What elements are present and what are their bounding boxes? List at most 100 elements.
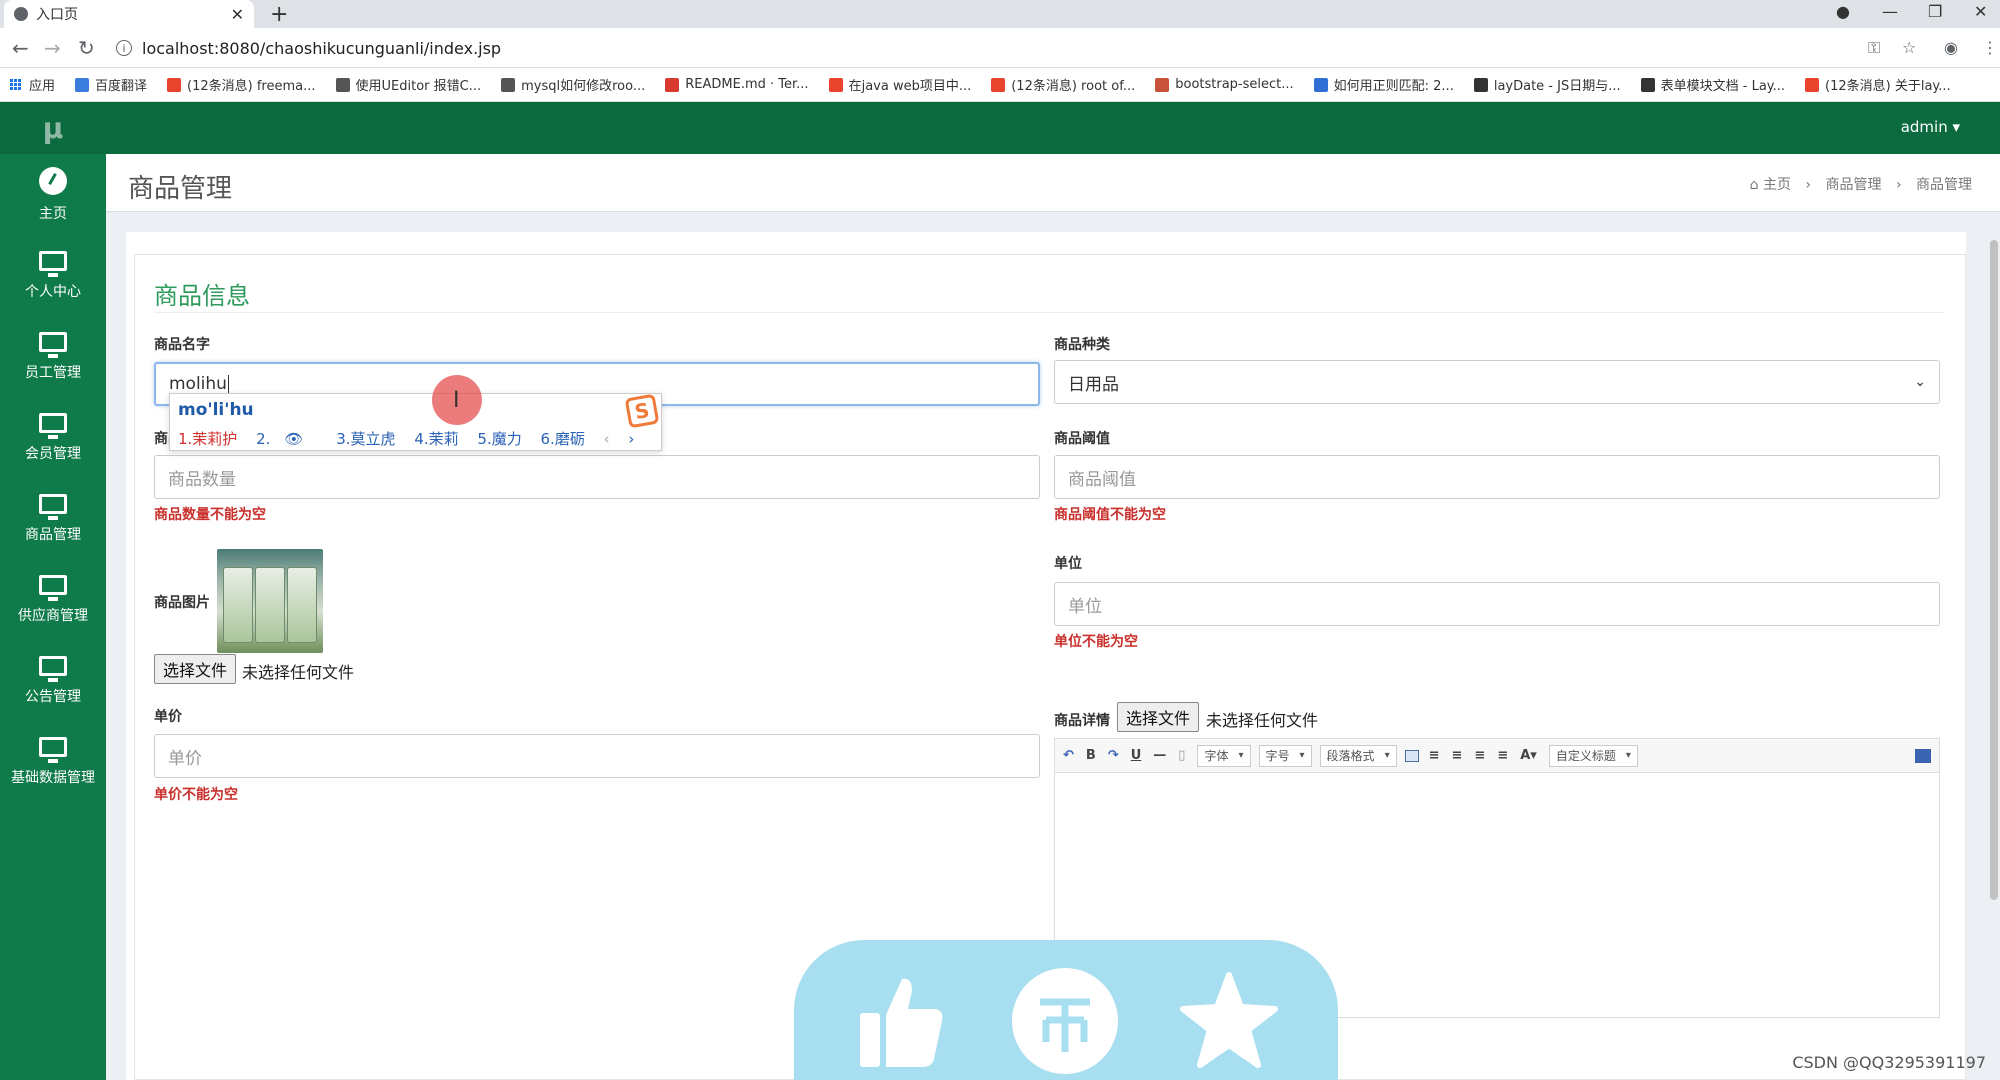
favicon-icon [665,77,680,92]
sidebar-item[interactable]: 基础数据管理 [0,721,106,802]
browser-tab[interactable]: 入口页 ✕ [4,0,254,28]
undo-icon[interactable]: ↶ [1063,748,1074,763]
bookmark-item[interactable]: 百度翻译 [75,75,147,94]
quantity-input[interactable]: 商品数量 [154,455,1040,499]
text-cursor-icon: I [453,388,460,413]
custom-title-select[interactable]: 自定义标题 ▾ [1548,744,1638,767]
bookmark-item[interactable]: (12条消息) root of... [991,75,1135,94]
account-icon[interactable]: ◉ [1944,38,1958,57]
monitor-icon [39,331,67,358]
page-icon[interactable]: ▯ [1178,748,1185,763]
profile-menu-icon[interactable]: ● [1836,2,1850,21]
table-icon[interactable] [1404,749,1419,762]
bookmark-label: bootstrap-select... [1175,77,1294,92]
bookmark-item[interactable]: README.md · Ter... [665,77,809,92]
key-icon[interactable]: ⚿ [1868,38,1880,58]
section-title: 商品信息 [154,282,250,310]
info-icon[interactable]: i [116,40,132,56]
favicon-icon [1805,77,1820,92]
image-choose-file-button[interactable]: 选择文件 [154,654,237,684]
sidebar-item-label: 供应商管理 [18,607,88,624]
apps-grid-icon [10,79,21,90]
ime-candidate[interactable]: 4.茉莉 [414,430,458,448]
bookmark-item[interactable]: 如何用正则匹配: 2... [1313,75,1454,94]
sidebar-item[interactable]: 主页 [0,154,106,235]
paragraph-select[interactable]: 段落格式 ▾ [1319,744,1397,767]
align-left-icon[interactable]: ≡ [1429,748,1440,763]
sidebar-item-label: 个人中心 [25,283,81,300]
sidebar-item[interactable]: 员工管理 [0,316,106,397]
sidebar-item[interactable]: 供应商管理 [0,559,106,640]
sidebar-item[interactable]: 公告管理 [0,640,106,721]
underline-icon[interactable]: U [1131,748,1142,763]
bookmark-item[interactable]: layDate - JS日期与... [1473,75,1621,94]
favicon-icon [1640,77,1655,92]
price-input[interactable]: 单价 [154,734,1040,778]
new-tab-button[interactable]: + [270,2,288,27]
breadcrumb-module[interactable]: 商品管理 [1825,177,1881,193]
thumbs-up-icon[interactable] [846,966,956,1076]
breadcrumb-home[interactable]: 主页 [1763,177,1791,193]
fullscreen-icon[interactable] [1915,748,1931,763]
scrollbar[interactable] [1990,240,1998,900]
star-bookmark-icon[interactable]: ☆ [1902,38,1916,57]
bookmark-item[interactable]: 应用 [10,75,55,94]
user-menu[interactable]: admin ▾ [1901,118,1960,136]
logo[interactable]: μ [0,102,106,154]
bookmark-item[interactable]: 在java web项目中... [828,75,971,94]
back-icon[interactable]: ← [12,36,29,60]
bookmark-item[interactable]: mysql如何修改roo... [501,75,645,94]
font-select[interactable]: 字体 ▾ [1197,744,1251,767]
size-select[interactable]: 字号 ▾ [1258,744,1312,767]
forward-icon[interactable]: → [44,36,61,60]
sidebar-item[interactable]: 个人中心 [0,235,106,316]
url-field[interactable]: i localhost:8080/chaoshikucunguanli/inde… [116,36,1816,60]
divider [154,312,1944,313]
justify-icon[interactable]: ≡ [1497,748,1508,763]
sidebar-item[interactable]: 会员管理 [0,397,106,478]
bookmark-item[interactable]: 使用UEditor 报错C... [335,75,481,94]
monitor-icon [39,736,67,763]
bookmark-item[interactable]: (12条消息) 关于lay... [1805,75,1951,94]
details-choose-file-button[interactable]: 选择文件 [1117,702,1200,732]
sidebar-item[interactable]: 商品管理 [0,478,106,559]
bookmark-item[interactable]: 表单模块文档 - Lay... [1640,75,1785,94]
restore-icon[interactable]: ❐ [1928,2,1942,21]
favicon-icon [335,77,350,92]
threshold-input[interactable]: 商品阈值 [1054,455,1940,499]
ime-candidate[interactable]: 2. 👁 [256,430,317,448]
editor-toolbar: ↶ B ↷ U — ▯ 字体 ▾ 字号 ▾ 段落格式 ▾ ≡ ≡ ≡ ≡ A▾ 自定义… [1055,739,1939,773]
category-select[interactable]: 日用品 ⌄ [1054,360,1940,404]
bookmark-label: mysql如何修改roo... [521,79,646,94]
bookmark-item[interactable]: bootstrap-select... [1155,77,1294,92]
ime-next-icon[interactable]: › [628,430,634,448]
ime-candidate[interactable]: 3.莫立虎 [336,430,395,448]
address-bar: ← → ↻ i localhost:8080/chaoshikucunguanl… [0,28,2000,68]
coin-icon[interactable] [1010,966,1120,1076]
redo-icon[interactable]: ↷ [1108,748,1119,763]
horizontal-rule-icon[interactable]: — [1153,748,1166,763]
bookmark-label: (12条消息) root of... [1011,79,1136,94]
image-label: 商品图片 [154,595,210,611]
ime-candidate[interactable]: 1.茉莉护 [178,430,237,448]
bookmark-item[interactable]: (12条消息) freema... [167,75,316,94]
align-center-icon[interactable]: ≡ [1474,748,1485,763]
minimize-icon[interactable]: — [1882,2,1898,21]
align-right-icon[interactable]: ≡ [1452,748,1463,763]
breadcrumb-current: 商品管理 [1916,177,1972,193]
monitor-icon [39,655,67,682]
font-color-icon[interactable]: A▾ [1520,748,1537,763]
unit-input[interactable]: 单位 [1054,582,1940,626]
ime-candidate[interactable]: 5.魔力 [477,430,521,448]
reload-icon[interactable]: ↻ [78,36,95,60]
bold-icon[interactable]: B [1086,748,1096,763]
more-menu-icon[interactable]: ⋮ [1982,38,1998,57]
favicon-icon [501,77,516,92]
category-label: 商品种类 [1054,337,1110,353]
page-title: 商品管理 [128,174,233,204]
close-tab-icon[interactable]: ✕ [231,5,244,24]
ime-prev-icon[interactable]: ‹ [604,430,610,448]
star-favorite-icon[interactable] [1174,966,1284,1076]
close-window-icon[interactable]: ✕ [1974,2,1987,21]
ime-candidate[interactable]: 6.磨砺 [541,430,585,448]
